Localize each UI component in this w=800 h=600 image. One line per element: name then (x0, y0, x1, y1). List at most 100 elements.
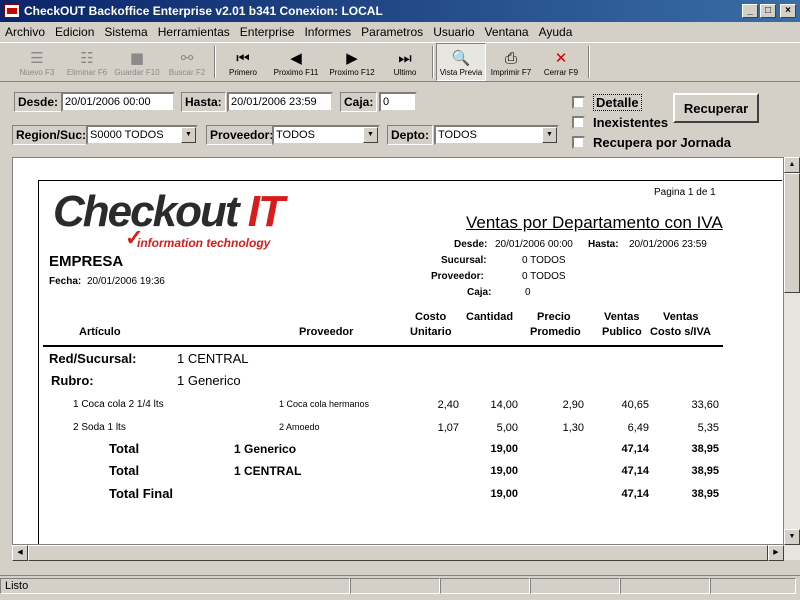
menu-archivo[interactable]: Archivo (0, 25, 50, 39)
report-title: Ventas por Departamento con IVA (466, 213, 723, 232)
region-select-value: S0000 TODOS (90, 129, 164, 141)
status-text: Listo (0, 578, 350, 594)
status-pane (440, 578, 530, 594)
total-ventas-publico: 47,14 (621, 443, 649, 455)
empresa-name: EMPRESA (49, 253, 124, 270)
vertical-scroll-thumb[interactable] (784, 173, 800, 293)
search-button[interactable]: ⚯ Buscar F2 (162, 43, 212, 81)
status-pane (620, 578, 710, 594)
menu-sistema[interactable]: Sistema (99, 25, 152, 39)
desde-input[interactable]: 20/01/2006 00:00 (61, 92, 175, 112)
scroll-down-icon[interactable]: ▼ (784, 529, 800, 545)
scroll-left-icon[interactable]: ◀ (12, 545, 28, 561)
report-caja-label: Caja: (467, 287, 492, 298)
row-articulo: 2 Soda 1 lts (73, 422, 126, 433)
col-ventas-costo-line2: Costo s/IVA (650, 326, 711, 338)
col-precio-line1: Precio (537, 311, 571, 323)
row-cantidad: 5,00 (496, 422, 518, 434)
proveedor-select[interactable]: TODOS ▼ (272, 125, 380, 145)
last-button[interactable]: ⏭ Ultimo (380, 43, 430, 81)
row-precio: 2,90 (562, 399, 584, 411)
last-button-label: Ultimo (393, 67, 417, 77)
rubro-label: Rubro: (51, 373, 94, 388)
binoculars-icon: ⚯ (180, 48, 194, 67)
recupera-jornada-label: Recupera por Jornada (593, 135, 731, 150)
rubro-value: 1 Generico (177, 373, 241, 388)
menu-edicion[interactable]: Edicion (50, 25, 99, 39)
new-button[interactable]: ☰ Nuevo F3 (12, 43, 62, 81)
menu-parametros[interactable]: Parametros (356, 25, 428, 39)
chevron-down-icon[interactable]: ▼ (363, 127, 378, 143)
header-rule (43, 345, 723, 347)
horizontal-scroll-thumb[interactable] (28, 545, 768, 561)
menu-usuario[interactable]: Usuario (428, 25, 479, 39)
detalle-label: Detalle (593, 94, 642, 111)
skip-first-icon: ⏮ (236, 48, 250, 67)
recuperar-button[interactable]: Recuperar (673, 93, 759, 123)
previous-button[interactable]: ◀ Proximo F11 (268, 43, 324, 81)
chevron-down-icon[interactable]: ▼ (181, 127, 196, 143)
print-button[interactable]: ⎙ Imprimir F7 (486, 43, 536, 81)
next-button[interactable]: ▶ Proximo F12 (324, 43, 380, 81)
checkbox-box[interactable] (572, 96, 585, 109)
close-window-button[interactable]: × (780, 4, 796, 18)
status-pane (710, 578, 796, 594)
col-articulo: Artículo (79, 326, 121, 338)
menu-enterprise[interactable]: Enterprise (235, 25, 300, 39)
toolbar-separator (432, 46, 434, 78)
preview-button[interactable]: 🔍 Vista Previa (436, 43, 486, 81)
row-ventas-publico: 40,65 (621, 399, 649, 411)
caja-input[interactable]: 0 (379, 92, 417, 112)
report-desde-value: 20/01/2006 00:00 (495, 239, 573, 250)
menu-herramientas[interactable]: Herramientas (153, 25, 235, 39)
report-hasta-value: 20/01/2006 23:59 (629, 239, 707, 250)
vertical-scrollbar[interactable]: ▲ ▼ (784, 157, 800, 560)
magnifier-icon: 🔍 (451, 48, 471, 67)
close-button[interactable]: ✕ Cerrar F9 (536, 43, 586, 81)
print-button-label: Imprimir F7 (490, 67, 532, 77)
toolbar: ☰ Nuevo F3 ☷ Eliminar F6 ■ Guardar F10 ⚯ Bus… (0, 42, 800, 82)
red-sucursal-value: 1 CENTRAL (177, 351, 249, 366)
detalle-checkbox[interactable]: Detalle (572, 94, 642, 111)
delete-button[interactable]: ☷ Eliminar F6 (62, 43, 112, 81)
total-cantidad: 19,00 (490, 443, 518, 455)
col-ventas-publico-line1: Ventas (604, 311, 640, 323)
caja-label: Caja: (340, 92, 378, 112)
region-select[interactable]: S0000 TODOS ▼ (86, 125, 198, 145)
maximize-button[interactable]: □ (760, 4, 776, 18)
scroll-up-icon[interactable]: ▲ (784, 157, 800, 173)
row-costo: 1,07 (437, 422, 459, 434)
close-button-label: Cerrar F9 (543, 67, 579, 77)
first-button[interactable]: ⏮ Primero (218, 43, 268, 81)
delete-button-label: Eliminar F6 (66, 67, 108, 77)
previous-button-label: Proximo F11 (273, 67, 319, 77)
menu-ventana[interactable]: Ventana (480, 25, 534, 39)
row-ventas-publico: 6,49 (627, 422, 649, 434)
chevron-down-icon[interactable]: ▼ (542, 127, 557, 143)
delete-record-icon: ☷ (80, 48, 94, 67)
new-button-label: Nuevo F3 (19, 67, 55, 77)
total-group: 1 Generico (234, 442, 297, 456)
total-ventas-costo: 38,95 (691, 443, 719, 455)
horizontal-scrollbar[interactable]: ◀ ▶ (12, 545, 784, 561)
report-desde-label: Desde: (454, 239, 488, 250)
depto-select[interactable]: TODOS ▼ (434, 125, 559, 145)
company-logo: Checkout IT (53, 187, 285, 236)
new-record-icon: ☰ (30, 48, 44, 67)
col-precio-line2: Promedio (530, 326, 581, 338)
hasta-input[interactable]: 20/01/2006 23:59 (227, 92, 333, 112)
recupera-jornada-checkbox[interactable]: Recupera por Jornada (572, 135, 731, 150)
save-button[interactable]: ■ Guardar F10 (112, 43, 162, 81)
checkbox-box[interactable] (572, 136, 585, 149)
app-icon (4, 4, 20, 18)
inexistentes-checkbox[interactable]: Inexistentes (572, 115, 668, 130)
menu-informes[interactable]: Informes (299, 25, 356, 39)
preview-button-label: Vista Previa (439, 67, 483, 77)
save-button-label: Guardar F10 (114, 67, 160, 77)
next-button-label: Proximo F12 (329, 67, 375, 77)
minimize-button[interactable]: _ (742, 4, 758, 18)
menu-ayuda[interactable]: Ayuda (534, 25, 578, 39)
row-ventas-costo: 33,60 (691, 399, 719, 411)
checkbox-box[interactable] (572, 116, 585, 129)
scroll-right-icon[interactable]: ▶ (768, 545, 784, 561)
